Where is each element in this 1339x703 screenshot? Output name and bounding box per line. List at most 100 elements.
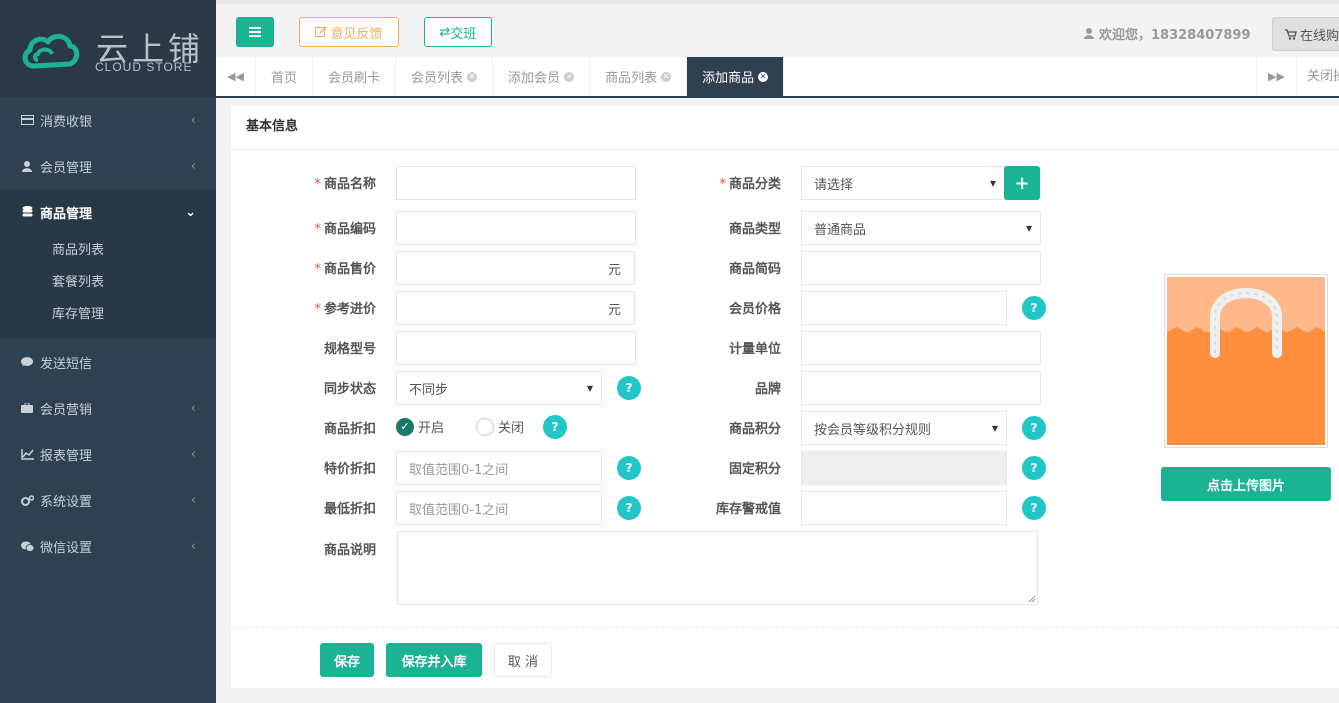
submenu-item-package-list[interactable]: 套餐列表	[0, 267, 216, 299]
sidebar-item-label: 会员营销	[40, 402, 93, 418]
close-tabs-menu[interactable]: 关闭操作	[1296, 57, 1339, 96]
close-icon[interactable]: ✕	[661, 71, 672, 82]
min-discount-input[interactable]: 取值范围0-1之间	[396, 491, 602, 525]
welcome-user[interactable]: 欢迎您，18328407899	[1084, 24, 1251, 43]
sidebar-item-label: 消费收银	[40, 114, 93, 130]
tab-label: 会员刷卡	[328, 71, 381, 86]
label-text: 参考进价	[323, 302, 376, 317]
line-chart-icon	[20, 448, 34, 460]
submenu-item-product-list[interactable]: 商品列表	[0, 235, 216, 267]
upload-image-button[interactable]: 点击上传图片	[1161, 467, 1331, 501]
help-icon[interactable]: ?	[617, 496, 641, 520]
close-icon[interactable]: ✕	[564, 71, 575, 82]
required-mark: *	[314, 222, 321, 237]
label-text: 商品售价	[323, 262, 376, 277]
chevron-left-icon: ‹	[190, 158, 196, 174]
category-select[interactable]: 请选择	[801, 166, 1005, 200]
discount-off-radio[interactable]: 关闭	[476, 417, 524, 436]
price-input[interactable]	[396, 251, 596, 285]
member-price-label: 会员价格	[728, 302, 781, 317]
sidebar-item-sms[interactable]: 发送短信	[0, 339, 216, 385]
points-select[interactable]: 按会员等级积分规则	[801, 411, 1007, 445]
type-label: 商品类型	[728, 222, 781, 237]
tabs-scroll-right-button[interactable]: ▶▶	[1256, 57, 1296, 96]
discount-on-radio[interactable]: ✓ 开启	[396, 417, 444, 436]
tabs-scroll-left-button[interactable]: ◀◀	[216, 57, 256, 96]
chevron-left-icon: ‹	[190, 492, 196, 508]
sidebar-item-wechat[interactable]: 微信设置 ‹	[0, 523, 216, 569]
cost-input[interactable]	[396, 291, 596, 325]
special-discount-label: 特价折扣	[323, 462, 376, 477]
stock-alert-input[interactable]	[801, 491, 1007, 525]
sidebar-item-reports[interactable]: 报表管理 ‹	[0, 431, 216, 477]
help-icon[interactable]: ?	[1022, 496, 1046, 520]
tab-member-card[interactable]: 会员刷卡	[313, 57, 397, 96]
sidebar-item-products[interactable]: 商品管理 ⌄	[0, 189, 216, 235]
member-price-input[interactable]	[801, 291, 1007, 325]
description-textarea[interactable]	[397, 531, 1038, 605]
cart-icon	[1285, 28, 1297, 40]
welcome-text: 欢迎您，18328407899	[1099, 28, 1251, 43]
help-icon[interactable]: ?	[617, 376, 641, 400]
feedback-button[interactable]: 意见反馈	[299, 17, 399, 47]
sync-label: 同步状态	[323, 382, 376, 397]
tab-member-list[interactable]: 会员列表 ✕	[396, 57, 494, 96]
sidebar-item-members[interactable]: 会员管理 ‹	[0, 143, 216, 189]
menu-toggle-button[interactable]	[236, 17, 274, 47]
type-select[interactable]: 普通商品	[801, 211, 1041, 245]
category-value: 请选择	[814, 177, 854, 193]
submenu-item-stock[interactable]: 库存管理	[0, 299, 216, 331]
help-icon[interactable]: ?	[1022, 296, 1046, 320]
logo-name-en: CLOUD STORE	[95, 60, 193, 74]
tab-home[interactable]: 首页	[256, 57, 314, 96]
code-input[interactable]	[396, 211, 636, 245]
save-and-stock-button[interactable]: 保存并入库	[386, 643, 482, 677]
name-label: * 商品名称	[256, 173, 376, 192]
close-icon[interactable]: ✕	[758, 71, 769, 82]
points-value: 按会员等级积分规则	[814, 422, 932, 438]
tab-add-product[interactable]: 添加商品 ✕	[687, 57, 785, 96]
short-code-input[interactable]	[801, 251, 1041, 285]
resize-handle-icon[interactable]	[1028, 595, 1036, 603]
sidebar-item-marketing[interactable]: 会员营销 ‹	[0, 385, 216, 431]
brand-input[interactable]	[801, 371, 1041, 405]
name-input[interactable]	[396, 166, 636, 200]
sidebar-item-settings[interactable]: 系统设置 ‹	[0, 477, 216, 523]
required-mark: *	[314, 302, 321, 317]
save-button[interactable]: 保存	[320, 643, 374, 677]
tab-add-member[interactable]: 添加会员 ✕	[493, 57, 591, 96]
product-image-preview	[1164, 274, 1328, 448]
section-title: 基本信息	[231, 106, 1339, 150]
briefcase-icon	[20, 402, 34, 414]
tab-label: 首页	[271, 71, 298, 86]
unit-input[interactable]	[801, 331, 1041, 365]
cancel-button[interactable]: 取 消	[494, 643, 552, 677]
help-icon[interactable]: ?	[543, 415, 567, 439]
product-form-panel: 基本信息 *商品名称 *商品分类 请选择 + *商品编码 商品类型 普通商品 *…	[231, 106, 1339, 688]
sidebar-item-label: 系统设置	[40, 494, 93, 510]
sync-select[interactable]: 不同步	[396, 371, 602, 405]
add-category-button[interactable]: +	[1004, 166, 1040, 200]
help-icon[interactable]: ?	[1022, 416, 1046, 440]
sidebar-item-label: 商品管理	[40, 206, 93, 222]
online-shop-button[interactable]: 在线购	[1272, 17, 1339, 51]
spec-input[interactable]	[396, 331, 636, 365]
wechat-icon	[20, 540, 34, 552]
tab-product-list[interactable]: 商品列表 ✕	[590, 57, 688, 96]
database-icon	[20, 206, 34, 218]
sidebar-item-checkout[interactable]: 消费收银 ‹	[0, 97, 216, 143]
help-icon[interactable]: ?	[617, 456, 641, 480]
tabs-right-controls: ▶▶ 关闭操作	[1256, 57, 1339, 96]
logo[interactable]: 云上铺 CLOUD STORE	[0, 0, 216, 97]
label-text: 商品分类	[728, 177, 781, 192]
comment-icon	[20, 356, 34, 368]
close-icon[interactable]: ✕	[467, 71, 478, 82]
shift-handover-button[interactable]: ⇄ 交班	[424, 17, 492, 47]
price-label: * 商品售价	[256, 258, 376, 277]
help-icon[interactable]: ?	[1022, 456, 1046, 480]
required-mark: *	[314, 177, 321, 192]
shift-label: 交班	[450, 26, 477, 42]
cloud-logo-icon	[22, 34, 80, 69]
tab-label: 会员列表	[411, 71, 464, 86]
special-discount-input[interactable]: 取值范围0-1之间	[396, 451, 602, 485]
